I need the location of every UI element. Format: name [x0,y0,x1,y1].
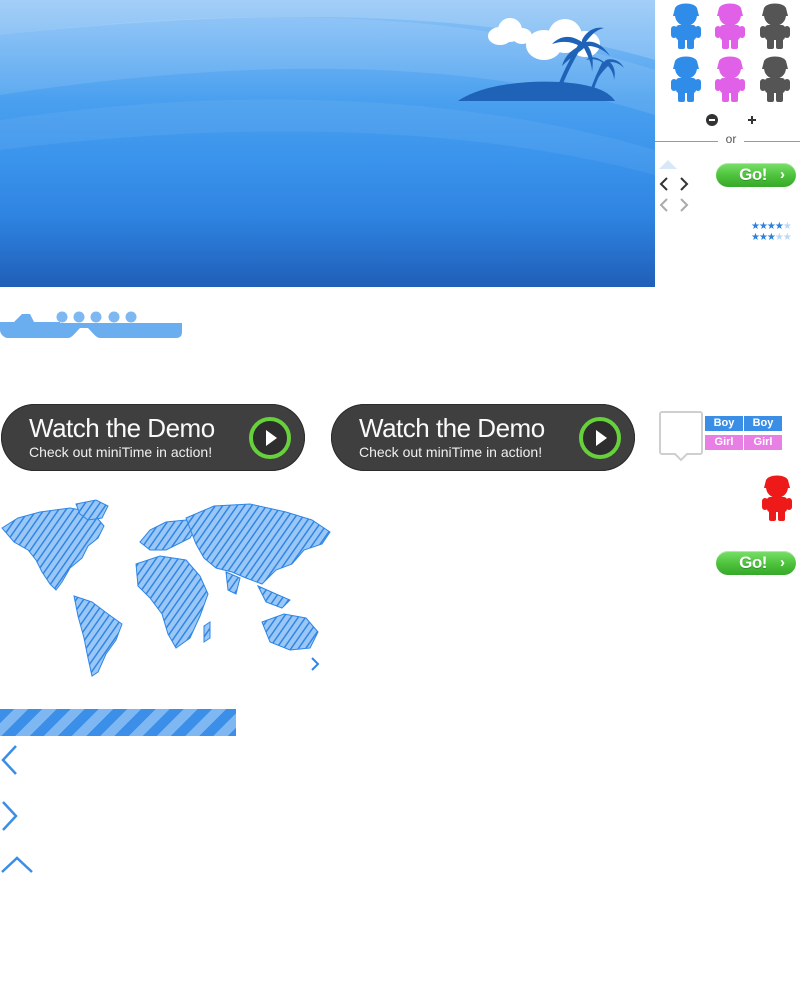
arrow-set [659,177,689,212]
chevron-right-icon[interactable] [0,800,20,832]
girl-figure-icon [715,56,745,102]
chevron-left-icon[interactable] [0,744,20,776]
caret-up-icon [659,160,677,169]
chevron-left-icon [659,177,668,191]
star-rating-3: ★★★★★ [751,232,792,243]
go-button[interactable]: Go! › [716,163,796,187]
hero-banner [0,0,655,287]
pager-strip [0,311,182,338]
plus-icon[interactable] [746,114,758,126]
striped-progress-bar [0,709,236,736]
chevron-right-icon [680,177,689,191]
pager-dot [90,311,102,323]
chevron-up-icon[interactable] [0,855,34,875]
chevron-right-icon: › [780,554,785,571]
demo-subtitle: Check out miniTime in action! [359,444,543,460]
demo-subtitle: Check out miniTime in action! [29,444,213,460]
go-button-label: Go! [739,165,767,184]
go-button-label: Go! [739,553,767,572]
minus-icon[interactable] [706,114,718,126]
girl-tag-selected[interactable]: Girl [744,435,782,450]
highlighted-figure-icon [762,475,792,521]
hero-background-art [0,0,655,175]
go-button[interactable]: Go! › [716,551,796,575]
play-icon [249,417,291,459]
star-rating: ★★★★★ ★★★★★ [751,221,792,243]
divider-right [744,141,800,142]
grey-figure-icon [760,56,790,102]
boy-figure-icon [671,3,701,49]
pager-dot [73,311,85,323]
chevron-right-icon [680,198,689,212]
boy-figure-icon [671,56,701,102]
girl-tag[interactable]: Girl [705,435,743,450]
play-icon [579,417,621,459]
pager-dot [108,311,120,323]
grey-figure-icon [760,3,790,49]
chevron-left-icon [659,198,668,212]
speech-bubble-icon [659,411,703,462]
watch-demo-button-hover[interactable]: Watch the Demo Check out miniTime in act… [331,404,635,471]
boy-tag[interactable]: Boy [705,416,743,431]
demo-title: Watch the Demo [29,413,215,443]
boy-tag-selected[interactable]: Boy [744,416,782,431]
pager-dot [125,311,137,323]
watch-demo-button[interactable]: Watch the Demo Check out miniTime in act… [1,404,305,471]
divider-or-text: or [725,132,737,146]
figure-grid [671,3,790,102]
girl-figure-icon [715,3,745,49]
world-map-icon [1,499,331,677]
star-rating-4: ★★★★★ [751,221,792,232]
divider-left [655,141,718,142]
pager-dot [56,311,68,323]
chevron-right-icon: › [780,166,785,183]
demo-title: Watch the Demo [359,413,545,443]
